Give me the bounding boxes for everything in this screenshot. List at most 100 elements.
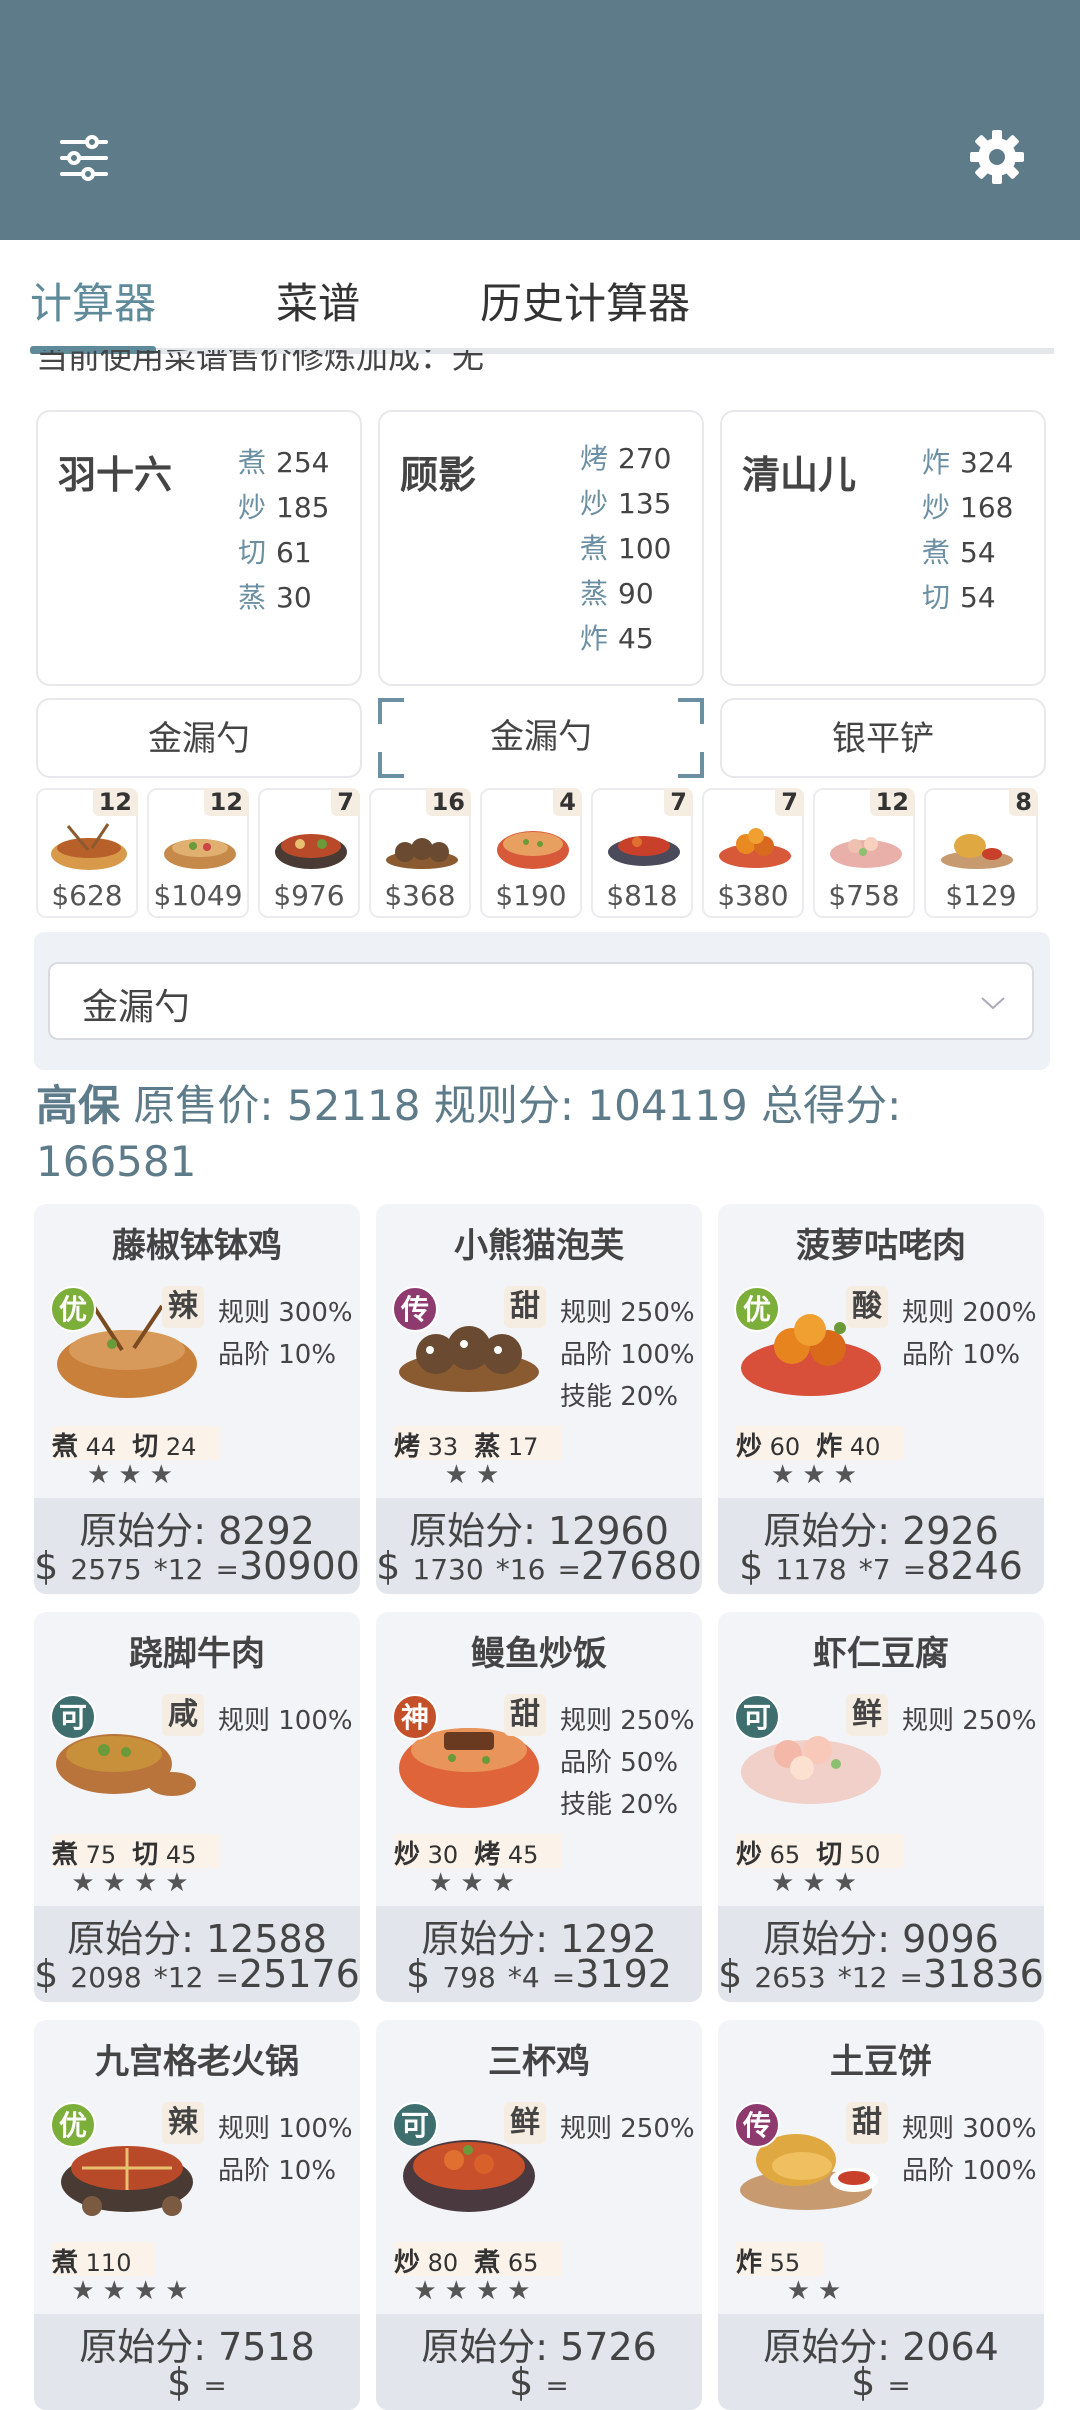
dish-slot[interactable]: 12 $1049 [147, 788, 249, 918]
rule-bonus: 品阶 10% [902, 1340, 1021, 1370]
rarity-badge: 优 [50, 2102, 96, 2148]
skill-value: 65 [507, 2249, 539, 2277]
selection-corner [678, 752, 704, 778]
skill-value: 45 [618, 622, 654, 655]
dish-slot[interactable]: 7 $818 [591, 788, 693, 918]
skill-value: 50 [849, 1841, 881, 1869]
skill-requirements: 炒 30 烤 45 [394, 1834, 563, 1870]
equipment-slot[interactable]: 金漏勺 [36, 698, 362, 778]
dish-count: 12 [92, 788, 138, 816]
rule-bonus: 品阶 100% [560, 1340, 695, 1370]
dish-card[interactable]: 九宫格老火锅 优 辣 规则 100% 品阶 10% 煮 110 ★★★★ 原始分:… [34, 2020, 360, 2410]
equals-sign: = [899, 1961, 923, 1994]
dish-title: 三杯鸡 [488, 2042, 590, 2082]
price-calc: $ 2653 *12 =31836 [718, 1952, 1044, 1996]
dish-slot[interactable]: 7 $976 [258, 788, 360, 918]
tab-bar: 计算器 菜谱 历史计算器 [0, 240, 1080, 354]
skill-type: 切 [132, 1840, 159, 1870]
dish-slot[interactable]: 12 $758 [813, 788, 915, 918]
skill-type: 煮 [922, 536, 951, 569]
unit-price: 2098 [70, 1961, 142, 1994]
dish-price: $818 [606, 879, 678, 912]
equals-sign: = [902, 1553, 927, 1586]
dish-card[interactable]: 鳗鱼炒饭 神 甜 规则 250% 品阶 50% 技能 20% 炒 30 烤 45 ★★… [376, 1612, 702, 2002]
dish-card[interactable]: 跷脚牛肉 可 咸 规则 100% 煮 75 切 45 ★★★★ 原始分: 1258… [34, 1612, 360, 2002]
dish-slot[interactable]: 16 $368 [369, 788, 471, 918]
chef-skills: 烤 270 炒 135 煮 100 蒸 90 炸 45 [580, 436, 671, 661]
skill-type: 蒸 [474, 1432, 501, 1462]
dish-count: 7 [664, 788, 693, 816]
skill-type: 切 [238, 536, 267, 569]
star-rating: ★★ [786, 2276, 850, 2306]
star-rating: ★★★ [429, 1868, 523, 1898]
dish-count: 8 [1009, 788, 1038, 816]
skill-type: 煮 [238, 446, 267, 479]
skill-value: 100 [618, 532, 672, 565]
rule-list: 规则 250% [560, 2108, 695, 2150]
skill-value: 110 [85, 2249, 132, 2277]
flavor-tag: 甜 [504, 1286, 546, 1328]
skill-type: 蒸 [238, 581, 267, 614]
dish-icon [608, 836, 680, 866]
rule-bonus: 品阶 10% [218, 2156, 337, 2186]
dish-card[interactable]: 土豆饼 传 甜 规则 300% 品阶 100% 炸 55 ★★ 原始分: 2064… [718, 2020, 1044, 2410]
chef-card[interactable]: 顾影 烤 270 炒 135 煮 100 蒸 90 炸 45 [378, 410, 704, 686]
equals-sign: = [887, 2369, 911, 2402]
dish-price: $758 [828, 879, 900, 912]
price-calc: $ = [376, 2360, 702, 2404]
dish-card[interactable]: 小熊猫泡芙 传 甜 规则 250% 品阶 100% 技能 20% 烤 33 蒸 17 … [376, 1204, 702, 1594]
equipment-slot[interactable]: 银平铲 [720, 698, 1046, 778]
rule-score-value: 104119 [587, 1081, 748, 1130]
rarity-badge: 优 [50, 1286, 96, 1332]
equipment-select[interactable]: 金漏勺 [48, 962, 1034, 1040]
equipment-slot-selected[interactable]: 金漏勺 [378, 698, 704, 778]
dish-card[interactable]: 虾仁豆腐 可 鲜 规则 250% 炒 65 切 50 ★★★ 原始分: 9096 … [718, 1612, 1044, 2002]
dish-card[interactable]: 三杯鸡 可 鲜 规则 250% 炒 80 煮 65 ★★★★ 原始分: 5726 … [376, 2020, 702, 2410]
skill-value: 60 [769, 1433, 801, 1461]
chef-card[interactable]: 羽十六 煮 254 炒 185 切 61 蒸 30 [36, 410, 362, 686]
tab-history-calculator[interactable]: 历史计算器 [480, 270, 690, 331]
chef-card[interactable]: 清山儿 炸 324 炒 168 煮 54 切 54 [720, 410, 1046, 686]
skill-type: 炒 [580, 487, 609, 520]
skill-requirements: 煮 75 切 45 [52, 1834, 221, 1870]
app-bar [0, 0, 1080, 240]
equals-sign: = [215, 1961, 239, 1994]
flavor-tag: 辣 [162, 2102, 204, 2144]
chef-skills: 煮 254 炒 185 切 61 蒸 30 [238, 440, 329, 620]
rule-bonus: 品阶 50% [560, 1748, 679, 1778]
tab-recipes[interactable]: 菜谱 [276, 270, 360, 331]
dish-card[interactable]: 藤椒钵钵鸡 优 辣 规则 300% 品阶 10% 煮 44 切 24 ★★★ 原始分… [34, 1204, 360, 1594]
skill-value: 54 [960, 581, 996, 614]
tab-calculator[interactable]: 计算器 [30, 270, 156, 331]
skill-value: 254 [276, 446, 330, 479]
dish-count: 12 [869, 788, 915, 816]
skill-value: 54 [960, 536, 996, 569]
dish-icon [164, 839, 236, 869]
dish-card[interactable]: 菠萝咕咾肉 优 酸 规则 200% 品阶 10% 炒 60 炸 40 ★★★ 原始分… [718, 1204, 1044, 1594]
dish-slot[interactable]: 8 $129 [924, 788, 1038, 918]
equals-sign: = [557, 1553, 581, 1586]
dish-price: $129 [945, 879, 1017, 912]
dish-count: 7 [775, 788, 804, 816]
rule-bonus: 规则 250% [560, 1298, 695, 1328]
dish-slot[interactable]: 7 $380 [702, 788, 804, 918]
dish-slot[interactable]: 4 $190 [480, 788, 582, 918]
dollar-sign: $ [406, 1952, 431, 1996]
score-footer: 原始分: 2064 $ = [718, 2314, 1044, 2410]
skill-value: 61 [276, 536, 312, 569]
dish-slot[interactable]: 12 $628 [36, 788, 138, 918]
sliders-icon[interactable] [58, 132, 110, 184]
dish-title: 跷脚牛肉 [129, 1634, 265, 1674]
skill-type: 煮 [52, 1840, 79, 1870]
skill-requirements: 煮 110 [52, 2242, 156, 2278]
skill-type: 炸 [922, 446, 951, 479]
unit-price: 1178 [775, 1553, 847, 1586]
rule-list: 规则 250% 品阶 50% 技能 20% [560, 1700, 695, 1826]
dish-count: 4 [553, 788, 582, 816]
gear-icon[interactable] [968, 128, 1026, 186]
dish-price: $190 [495, 879, 567, 912]
skill-type: 烤 [394, 1432, 421, 1462]
skill-type: 炒 [922, 491, 951, 524]
skill-value: 55 [769, 2249, 801, 2277]
rarity-badge: 可 [392, 2102, 438, 2148]
